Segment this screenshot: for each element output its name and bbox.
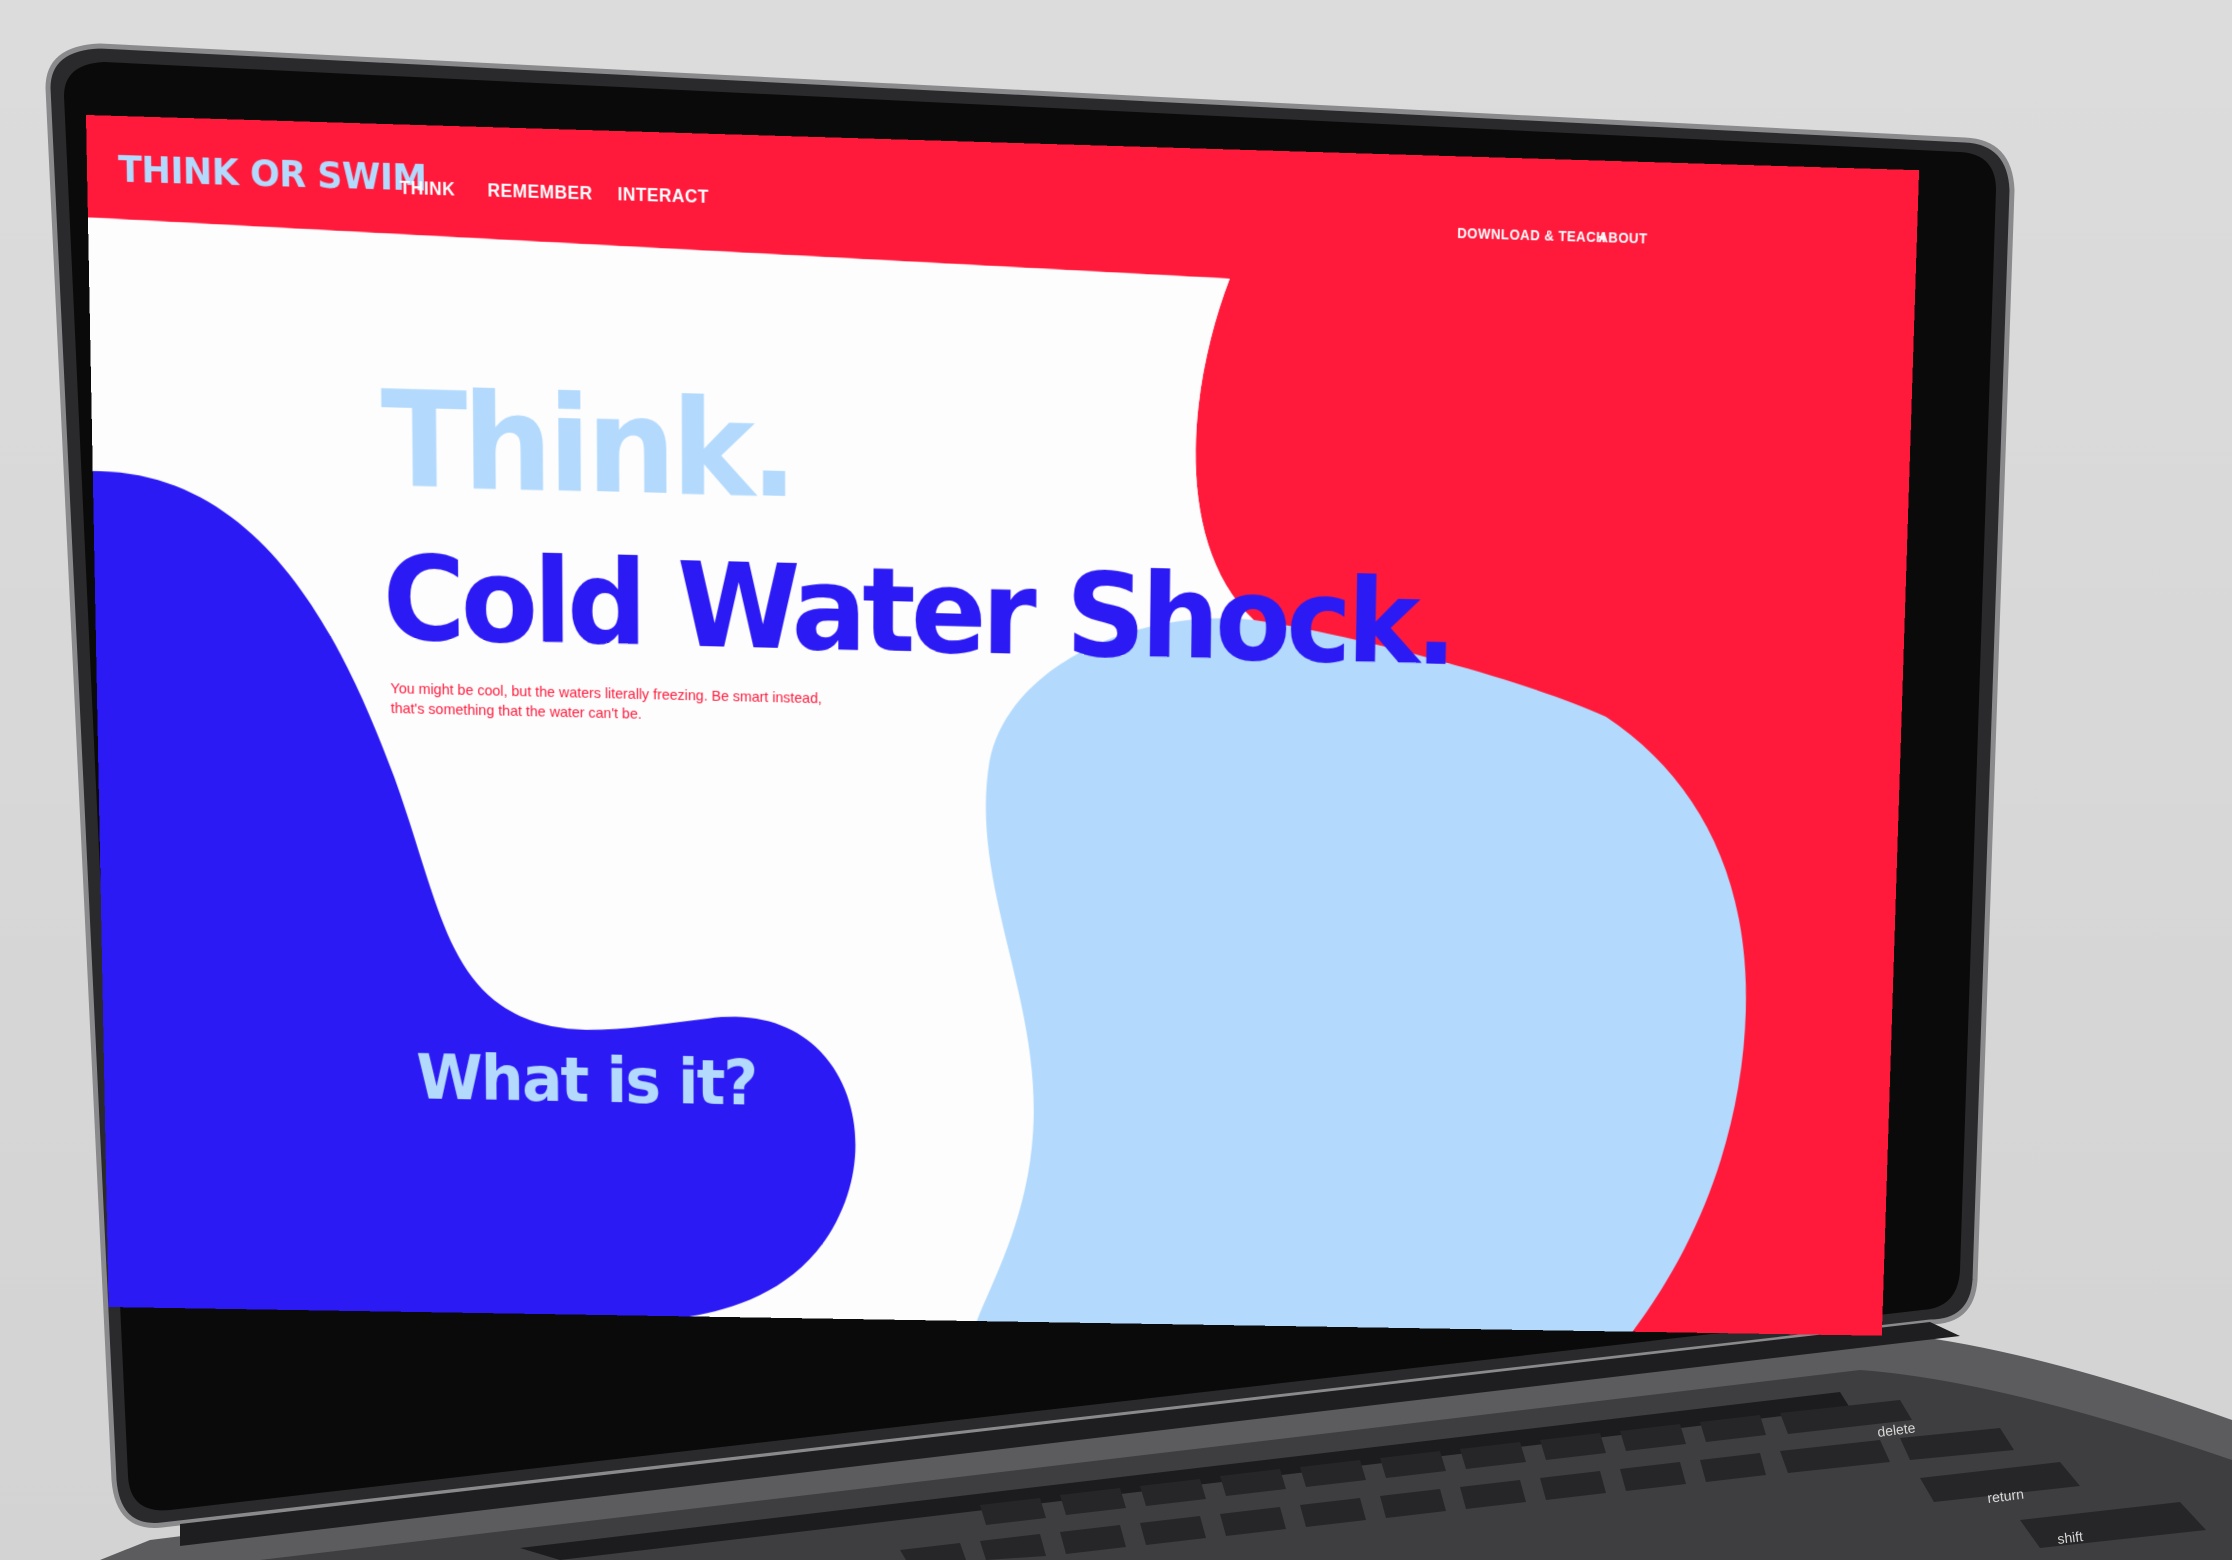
section-question: What is it?	[415, 1042, 757, 1121]
shift-key-label: shift	[2056, 1528, 2084, 1547]
site-logo[interactable]: THINK OR SWIM	[118, 149, 427, 200]
nav-link-about[interactable]: ABOUT	[1598, 229, 1647, 246]
nav-link-remember[interactable]: REMEMBER	[487, 180, 592, 204]
nav-link-think[interactable]: THINK	[400, 178, 456, 201]
hero-kicker: Think.	[380, 362, 794, 529]
background-shapes	[86, 115, 1920, 1336]
hero-title: Cold Water Shock.	[382, 528, 1455, 692]
nav-link-interact[interactable]: INTERACT	[618, 184, 709, 208]
browser-viewport: THINK OR SWIM THINK REMEMBER INTERACT DO…	[86, 115, 1920, 1336]
